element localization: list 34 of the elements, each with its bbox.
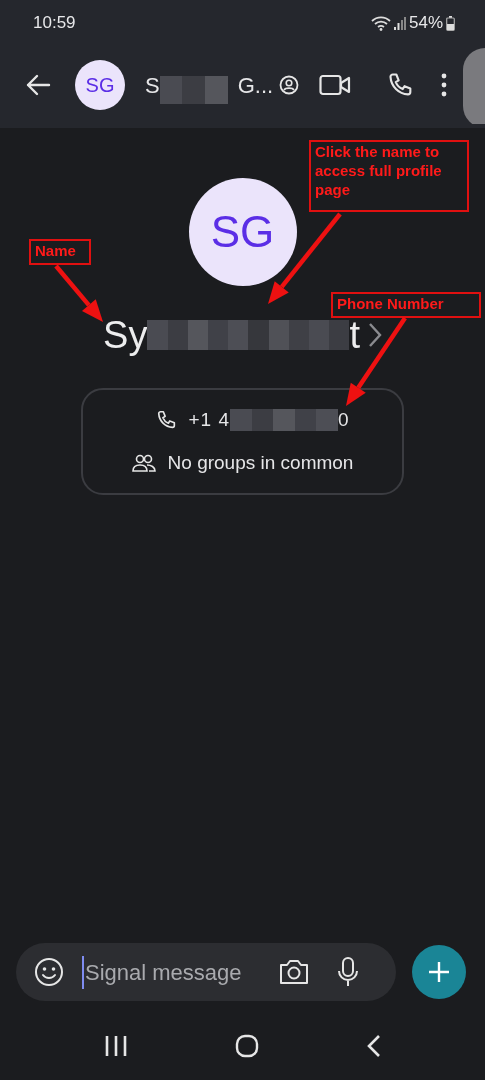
profile-icon	[279, 75, 300, 95]
home-icon[interactable]	[234, 1034, 259, 1058]
camera-icon[interactable]	[278, 958, 310, 986]
contact-avatar[interactable]: SG	[75, 60, 125, 110]
contact-name[interactable]: G...	[237, 68, 274, 102]
back-nav-icon[interactable]	[365, 1034, 382, 1058]
group-icon	[131, 452, 156, 473]
annotation-label: Click the name to access full profile page	[309, 140, 469, 212]
message-composer[interactable]: Signal message	[16, 943, 396, 1001]
message-field[interactable]: Signal message	[82, 955, 272, 989]
signal-icon	[393, 16, 406, 30]
profile-name[interactable]: Sy	[103, 306, 148, 364]
add-attachment-button[interactable]	[412, 945, 466, 999]
status-time: 10:59	[33, 12, 76, 35]
redaction-blur	[159, 76, 228, 104]
profile-avatar: SG	[188, 178, 297, 286]
battery-icon	[446, 15, 455, 31]
more-options-icon[interactable]	[441, 73, 448, 97]
annotation-arrow	[54, 264, 103, 322]
microphone-icon[interactable]	[336, 956, 360, 988]
video-call-icon[interactable]	[319, 73, 352, 97]
phone-number: 0	[337, 408, 349, 432]
wifi-icon	[370, 15, 391, 31]
annotation-label: Name	[29, 239, 91, 265]
chevron-icon[interactable]	[367, 322, 382, 348]
battery-percent: 54%	[408, 12, 443, 35]
phone-number: +1 4	[188, 408, 230, 432]
annotation-label: Phone Number	[331, 292, 481, 318]
groups-in-common-text: No groups in common	[167, 450, 354, 475]
emoji-icon[interactable]	[34, 957, 64, 987]
contact-name[interactable]: S	[145, 68, 160, 102]
floating-bubble[interactable]	[463, 48, 485, 124]
plus-icon	[428, 961, 450, 983]
recent-apps-icon[interactable]	[103, 1035, 128, 1057]
